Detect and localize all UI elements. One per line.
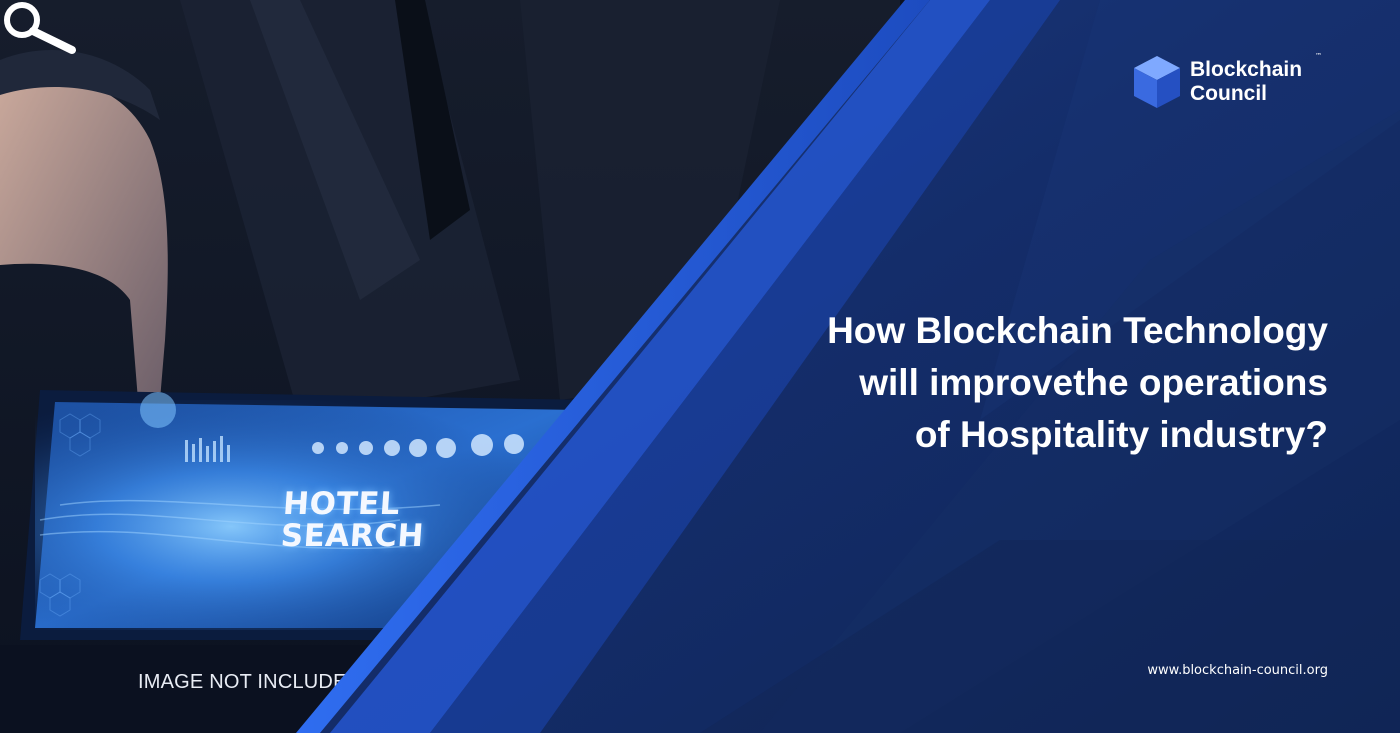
brand-name-line2: Council <box>1190 82 1267 105</box>
blog-banner: HOTEL SEARCH IMAGE NOT INCLUDED Blockcha… <box>0 0 1400 733</box>
brand-name-line1: Blockchain <box>1190 58 1303 81</box>
headline-line3: of Hospitality industry? <box>914 414 1328 455</box>
search-icon <box>4 2 76 54</box>
headline-line1: How Blockchain Technology <box>827 310 1328 351</box>
brand-name: Blockchain Council <box>1190 58 1302 106</box>
article-headline: How Blockchain Technology will improveth… <box>688 305 1328 461</box>
cube-logo-icon <box>1134 56 1180 108</box>
website-url[interactable]: www.blockchain-council.org <box>1147 663 1328 678</box>
image-caption: IMAGE NOT INCLUDED <box>138 671 362 693</box>
brand-logo[interactable]: Blockchain Council <box>1132 54 1302 110</box>
headline-line2: will improvethe operations <box>859 362 1328 403</box>
tablet-line-search: SEARCH <box>279 518 426 554</box>
tablet-hotel-search-text: HOTEL SEARCH <box>279 486 428 554</box>
trademark-symbol: ™ <box>1315 52 1322 60</box>
tablet-line-hotel: HOTEL <box>281 486 402 522</box>
